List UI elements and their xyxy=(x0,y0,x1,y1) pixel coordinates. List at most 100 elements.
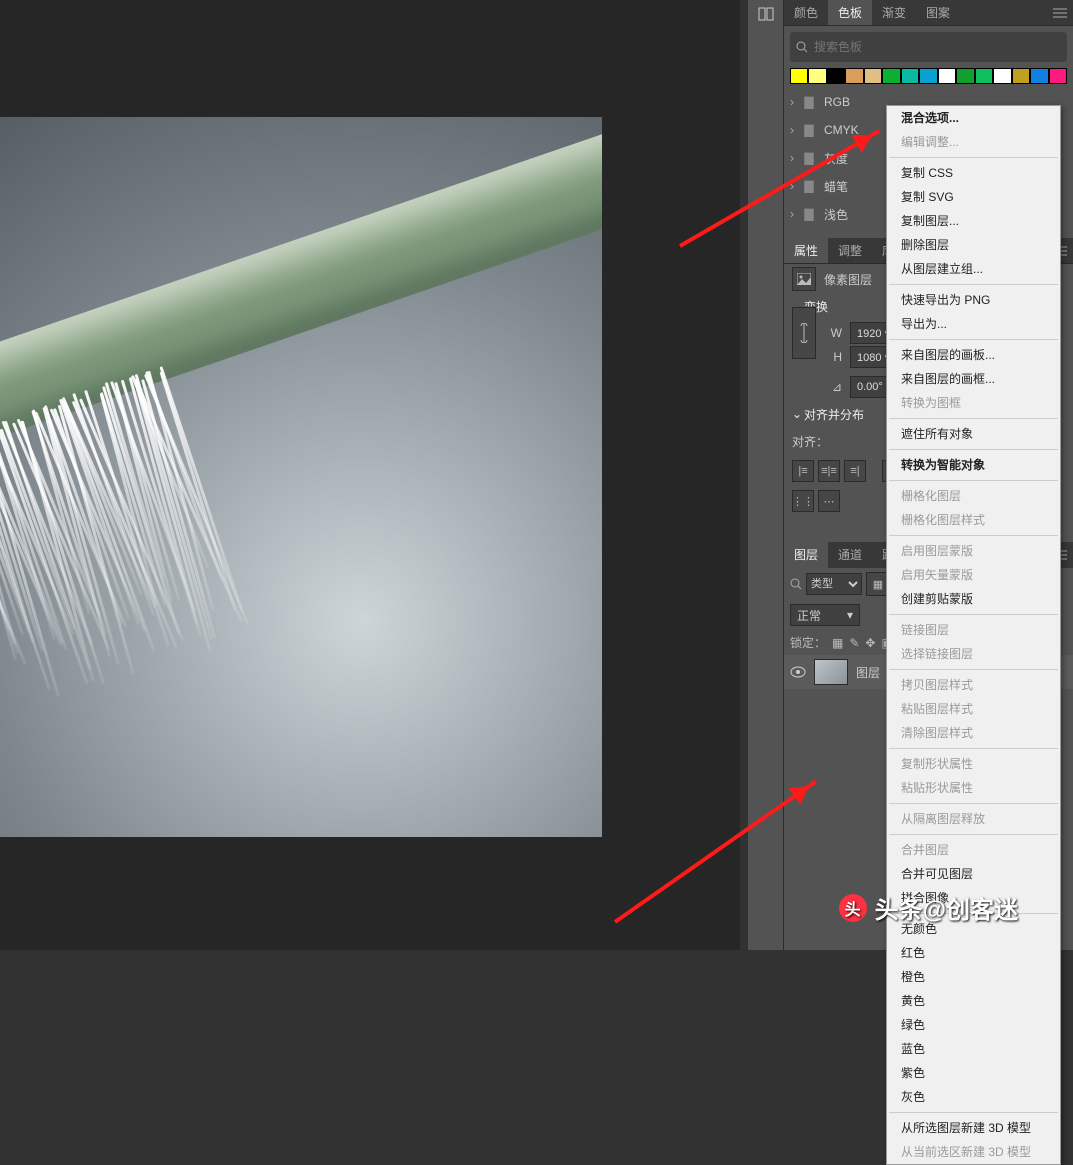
context-menu-item: 链接图层 xyxy=(887,618,1060,642)
folder-label: 浅色 xyxy=(824,206,848,223)
context-menu-item: 从当前选区新建 3D 模型 xyxy=(887,1140,1060,1164)
context-menu-item[interactable]: 快速导出为 PNG xyxy=(887,288,1060,312)
swatch[interactable] xyxy=(827,68,845,84)
context-menu-item: 清除图层样式 xyxy=(887,721,1060,745)
swatch[interactable] xyxy=(808,68,826,84)
context-menu-item[interactable]: 黄色 xyxy=(887,989,1060,1013)
swatch[interactable] xyxy=(1030,68,1048,84)
folder-icon: ▇ xyxy=(800,151,818,165)
align-left-icon[interactable]: |≡ xyxy=(792,460,814,482)
width-label: W xyxy=(824,326,842,340)
context-menu-item[interactable]: 橙色 xyxy=(887,965,1060,989)
swatch[interactable] xyxy=(1012,68,1030,84)
context-menu-item[interactable]: 复制 CSS xyxy=(887,161,1060,185)
tab-layers[interactable]: 图层 xyxy=(784,542,828,568)
lock-label: 锁定： xyxy=(790,634,826,651)
folder-label: 蜡笔 xyxy=(824,178,848,195)
context-menu-item[interactable]: 灰色 xyxy=(887,1085,1060,1109)
search-icon xyxy=(796,41,808,53)
context-menu-item: 编辑调整... xyxy=(887,130,1060,154)
context-menu-item[interactable]: 复制图层... xyxy=(887,209,1060,233)
context-menu-item[interactable]: 复制 SVG xyxy=(887,185,1060,209)
tab-patterns[interactable]: 图案 xyxy=(916,0,960,25)
swatches-search[interactable] xyxy=(790,32,1067,62)
link-icon[interactable] xyxy=(792,307,816,359)
align-right-icon[interactable]: ≡| xyxy=(844,460,866,482)
context-menu-item[interactable]: 红色 xyxy=(887,941,1060,965)
distribute-h-icon[interactable]: ⋮⋮ xyxy=(792,490,814,512)
lock-pixels-icon[interactable]: ▦ xyxy=(832,636,843,650)
context-menu-item: 合并图层 xyxy=(887,838,1060,862)
context-menu-item: 栅格化图层 xyxy=(887,484,1060,508)
context-menu-item[interactable]: 遮住所有对象 xyxy=(887,422,1060,446)
folder-icon: ▇ xyxy=(800,179,818,193)
chevron-right-icon: › xyxy=(790,95,800,109)
tab-swatches[interactable]: 色板 xyxy=(828,0,872,25)
context-menu-item[interactable]: 合并可见图层 xyxy=(887,862,1060,886)
panel-menu-icon[interactable] xyxy=(1047,0,1073,25)
context-menu-item: 启用图层蒙版 xyxy=(887,539,1060,563)
context-menu-item[interactable]: 紫色 xyxy=(887,1061,1060,1085)
search-icon xyxy=(790,578,802,590)
lock-position-icon[interactable]: ✥ xyxy=(865,636,875,650)
swatch[interactable] xyxy=(790,68,808,84)
context-menu-item: 粘贴形状属性 xyxy=(887,776,1060,800)
swatch[interactable] xyxy=(938,68,956,84)
context-menu-item[interactable]: 来自图层的画框... xyxy=(887,367,1060,391)
tab-adjustments[interactable]: 调整 xyxy=(828,238,872,263)
context-menu-item[interactable]: 从所选图层新建 3D 模型 xyxy=(887,1116,1060,1140)
align-header-label: 对齐并分布 xyxy=(804,406,864,423)
visibility-icon[interactable] xyxy=(790,666,806,678)
layer-thumbnail[interactable] xyxy=(814,659,848,685)
panel-toggle-icon[interactable] xyxy=(748,0,784,28)
context-menu-item[interactable]: 蓝色 xyxy=(887,1037,1060,1061)
align-label: 对齐： xyxy=(792,433,828,450)
swatch[interactable] xyxy=(901,68,919,84)
context-menu-item[interactable]: 来自图层的画板... xyxy=(887,343,1060,367)
swatch[interactable] xyxy=(845,68,863,84)
lock-brush-icon[interactable]: ✎ xyxy=(849,636,859,650)
distribute-v-icon[interactable]: ⋯ xyxy=(818,490,840,512)
pixel-layer-label: 像素图层 xyxy=(824,271,872,288)
tab-properties[interactable]: 属性 xyxy=(784,238,828,263)
context-menu-item: 启用矢量蒙版 xyxy=(887,563,1060,587)
context-menu-item[interactable]: 创建剪贴蒙版 xyxy=(887,587,1060,611)
context-menu-item: 从隔离图层释放 xyxy=(887,807,1060,831)
context-menu-item: 粘贴图层样式 xyxy=(887,697,1060,721)
swatch[interactable] xyxy=(993,68,1011,84)
blend-mode-select[interactable]: 正常▾ xyxy=(790,604,860,626)
swatch[interactable] xyxy=(1049,68,1067,84)
context-menu-item[interactable]: 从图层建立组... xyxy=(887,257,1060,281)
chevron-right-icon: › xyxy=(790,207,800,221)
context-menu-item[interactable]: 绿色 xyxy=(887,1013,1060,1037)
layer-name[interactable]: 图层 xyxy=(856,664,880,681)
context-menu-item: 转换为图框 xyxy=(887,391,1060,415)
context-menu-item[interactable]: 删除图层 xyxy=(887,233,1060,257)
swatch[interactable] xyxy=(975,68,993,84)
tab-channels[interactable]: 通道 xyxy=(828,542,872,568)
context-menu-item: 栅格化图层样式 xyxy=(887,508,1060,532)
swatches-panel-tabs: 颜色 色板 渐变 图案 xyxy=(784,0,1073,26)
swatch[interactable] xyxy=(956,68,974,84)
tab-color[interactable]: 颜色 xyxy=(784,0,828,25)
swatches-search-input[interactable] xyxy=(814,40,1061,54)
context-menu-item: 选择链接图层 xyxy=(887,642,1060,666)
align-center-h-icon[interactable]: ≡|≡ xyxy=(818,460,840,482)
context-menu-item[interactable]: 混合选项... xyxy=(887,106,1060,130)
chevron-down-icon: ⌄ xyxy=(792,407,804,421)
context-menu-item[interactable]: 导出为... xyxy=(887,312,1060,336)
watermark-icon: 头 xyxy=(839,894,867,922)
swatch[interactable] xyxy=(864,68,882,84)
angle-icon: ⊿ xyxy=(824,380,842,394)
swatch-strip xyxy=(790,68,1067,84)
swatch[interactable] xyxy=(919,68,937,84)
document-canvas[interactable] xyxy=(0,117,602,837)
tab-gradients[interactable]: 渐变 xyxy=(872,0,916,25)
chevron-right-icon: › xyxy=(790,123,800,137)
context-menu-item[interactable]: 转换为智能对象 xyxy=(887,453,1060,477)
context-menu-item: 拷贝图层样式 xyxy=(887,673,1060,697)
folder-icon: ▇ xyxy=(800,207,818,221)
folder-label: RGB xyxy=(824,95,850,109)
swatch[interactable] xyxy=(882,68,900,84)
layer-filter-type[interactable]: 类型 xyxy=(806,573,862,595)
